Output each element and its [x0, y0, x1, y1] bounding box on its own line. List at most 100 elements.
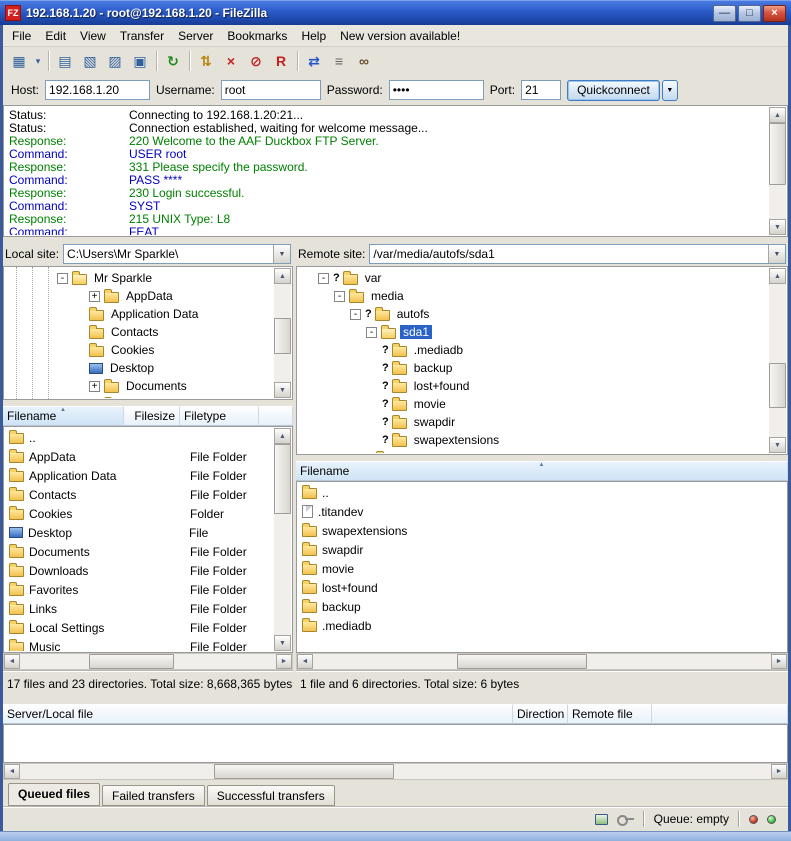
scroll-right-icon[interactable]: ►	[771, 764, 787, 779]
tree-item-swapextensions[interactable]: ?swapextensions	[298, 431, 769, 449]
tab-successful-transfers[interactable]: Successful transfers	[207, 785, 335, 806]
scrollbar-thumb[interactable]	[274, 444, 291, 514]
menu-item-server[interactable]: Server	[171, 26, 220, 46]
file-row-mediadb[interactable]: .mediadb	[298, 616, 786, 635]
scrollbar-thumb[interactable]	[89, 654, 174, 669]
toggle-local-tree-button[interactable]: ▧	[78, 50, 102, 72]
tree-item-appdata[interactable]: +AppData	[5, 287, 274, 305]
column-header-filename[interactable]: ▲Filename	[3, 406, 124, 426]
file-row-links[interactable]: LinksFile Folder	[5, 599, 274, 618]
chevron-down-icon[interactable]: ▼	[273, 245, 290, 263]
scroll-up-icon[interactable]: ▲	[769, 107, 786, 123]
queue-column-direction[interactable]: Direction	[513, 704, 568, 724]
menu-item-edit[interactable]: Edit	[38, 26, 73, 46]
file-row-lost-found[interactable]: lost+found	[298, 578, 786, 597]
port-input[interactable]	[521, 80, 561, 100]
column-header-filetype[interactable]: Filetype	[180, 406, 259, 426]
tree-item-swapdir[interactable]: ?swapdir	[298, 413, 769, 431]
tree-expander-icon[interactable]: -	[318, 273, 329, 284]
menu-item-new-version-available[interactable]: New version available!	[333, 26, 467, 46]
file-row-backup[interactable]: backup	[298, 597, 786, 616]
tree-item-dvd[interactable]: ?dvd	[298, 449, 769, 453]
tree-expander-icon[interactable]: -	[57, 273, 68, 284]
chevron-down-icon[interactable]: ▼	[768, 245, 785, 263]
file-row-appdata[interactable]: AppDataFile Folder	[5, 447, 274, 466]
file-row-music[interactable]: MusicFile Folder	[5, 637, 274, 651]
tree-expander-icon[interactable]: +	[89, 291, 100, 302]
site-manager-button[interactable]: ▦	[7, 50, 31, 72]
tree-item-media[interactable]: -media	[298, 287, 769, 305]
tree-expander-icon[interactable]: +	[89, 381, 100, 392]
cancel-button[interactable]: ×	[219, 50, 243, 72]
queue-column-server-local-file[interactable]: Server/Local file	[3, 704, 513, 724]
process-queue-button[interactable]: ⇅	[194, 50, 218, 72]
toggle-queue-button[interactable]: ▣	[128, 50, 152, 72]
tree-item-var[interactable]: -?var	[298, 269, 769, 287]
file-row-downloads[interactable]: DownloadsFile Folder	[5, 561, 274, 580]
queue-hscrollbar[interactable]: ◄ ►	[3, 763, 788, 780]
tree-item-application-data[interactable]: Application Data	[5, 305, 274, 323]
file-row-contacts[interactable]: ContactsFile Folder	[5, 485, 274, 504]
tree-expander-icon[interactable]: -	[366, 327, 377, 338]
tree-item-contacts[interactable]: Contacts	[5, 323, 274, 341]
scroll-up-icon[interactable]: ▲	[274, 428, 291, 444]
tree-item-autofs[interactable]: -?autofs	[298, 305, 769, 323]
tree-item-cookies[interactable]: Cookies	[5, 341, 274, 359]
local-site-combobox[interactable]: C:\Users\Mr Sparkle\ ▼	[63, 244, 291, 264]
quickconnect-button[interactable]: Quickconnect	[567, 80, 660, 101]
menu-item-help[interactable]: Help	[294, 26, 333, 46]
username-input[interactable]	[221, 80, 321, 100]
remote-site-combobox[interactable]: /var/media/autofs/sda1 ▼	[369, 244, 786, 264]
scroll-down-icon[interactable]: ▼	[769, 437, 786, 453]
file-row-cookies[interactable]: CookiesFolder	[5, 504, 274, 523]
scrollbar-thumb[interactable]	[274, 318, 291, 354]
synchronized-browsing-button[interactable]: ≡	[327, 50, 351, 72]
scroll-down-icon[interactable]: ▼	[274, 635, 291, 651]
file-row-application-data[interactable]: Application DataFile Folder	[5, 466, 274, 485]
host-input[interactable]	[45, 80, 150, 100]
message-log-scrollbar[interactable]: ▲ ▼	[769, 107, 786, 235]
tree-item-backup[interactable]: ?backup	[298, 359, 769, 377]
file-row-documents[interactable]: DocumentsFile Folder	[5, 542, 274, 561]
tree-item-desktop[interactable]: Desktop	[5, 359, 274, 377]
title-bar[interactable]: FZ 192.168.1.20 - root@192.168.1.20 - Fi…	[0, 0, 791, 25]
reconnect-button[interactable]: R	[269, 50, 293, 72]
local-tree-scrollbar[interactable]: ▲ ▼	[274, 268, 291, 398]
display-activity-icon[interactable]	[595, 814, 608, 825]
file-row-item[interactable]: ..	[5, 428, 274, 447]
tab-failed-transfers[interactable]: Failed transfers	[102, 785, 205, 806]
file-row-desktop[interactable]: DesktopFile	[5, 523, 274, 542]
local-list-scrollbar[interactable]: ▲ ▼	[274, 428, 291, 651]
tree-item-sda1[interactable]: -sda1	[298, 323, 769, 341]
site-manager-dropdown[interactable]: ▾	[32, 50, 44, 72]
file-row-titandev[interactable]: .titandev	[298, 502, 786, 521]
file-row-local-settings[interactable]: Local SettingsFile Folder	[5, 618, 274, 637]
menu-item-view[interactable]: View	[73, 26, 113, 46]
local-list-hscrollbar[interactable]: ◄ ►	[3, 653, 293, 670]
tree-item-lost-found[interactable]: ?lost+found	[298, 377, 769, 395]
menu-item-bookmarks[interactable]: Bookmarks	[220, 26, 294, 46]
menu-item-transfer[interactable]: Transfer	[113, 26, 171, 46]
tree-item-movie[interactable]: ?movie	[298, 395, 769, 413]
tree-expander-icon[interactable]: -	[350, 309, 361, 320]
scroll-down-icon[interactable]: ▼	[274, 382, 291, 398]
scroll-left-icon[interactable]: ◄	[297, 654, 313, 669]
tab-queued-files[interactable]: Queued files	[8, 783, 100, 806]
minimize-button[interactable]: —	[713, 5, 736, 22]
maximize-button[interactable]: □	[738, 5, 761, 22]
scroll-left-icon[interactable]: ◄	[4, 764, 20, 779]
tree-expander-icon[interactable]: -	[334, 291, 345, 302]
scrollbar-thumb[interactable]	[769, 363, 786, 408]
file-row-swapextensions[interactable]: swapextensions	[298, 521, 786, 540]
queue-column-remote-file[interactable]: Remote file	[568, 704, 652, 724]
find-files-button[interactable]: ∞	[352, 50, 376, 72]
toggle-remote-tree-button[interactable]: ▨	[103, 50, 127, 72]
tree-item-downloads[interactable]: +Downloads	[5, 395, 274, 398]
column-header-filename[interactable]: ▲Filename	[296, 461, 788, 481]
toggle-message-log-button[interactable]: ▤	[53, 50, 77, 72]
tree-item-mr-sparkle[interactable]: -Mr Sparkle	[5, 269, 274, 287]
file-row-movie[interactable]: movie	[298, 559, 786, 578]
quickconnect-dropdown-button[interactable]: ▼	[662, 80, 678, 101]
scroll-left-icon[interactable]: ◄	[4, 654, 20, 669]
file-row-item[interactable]: ..	[298, 483, 786, 502]
